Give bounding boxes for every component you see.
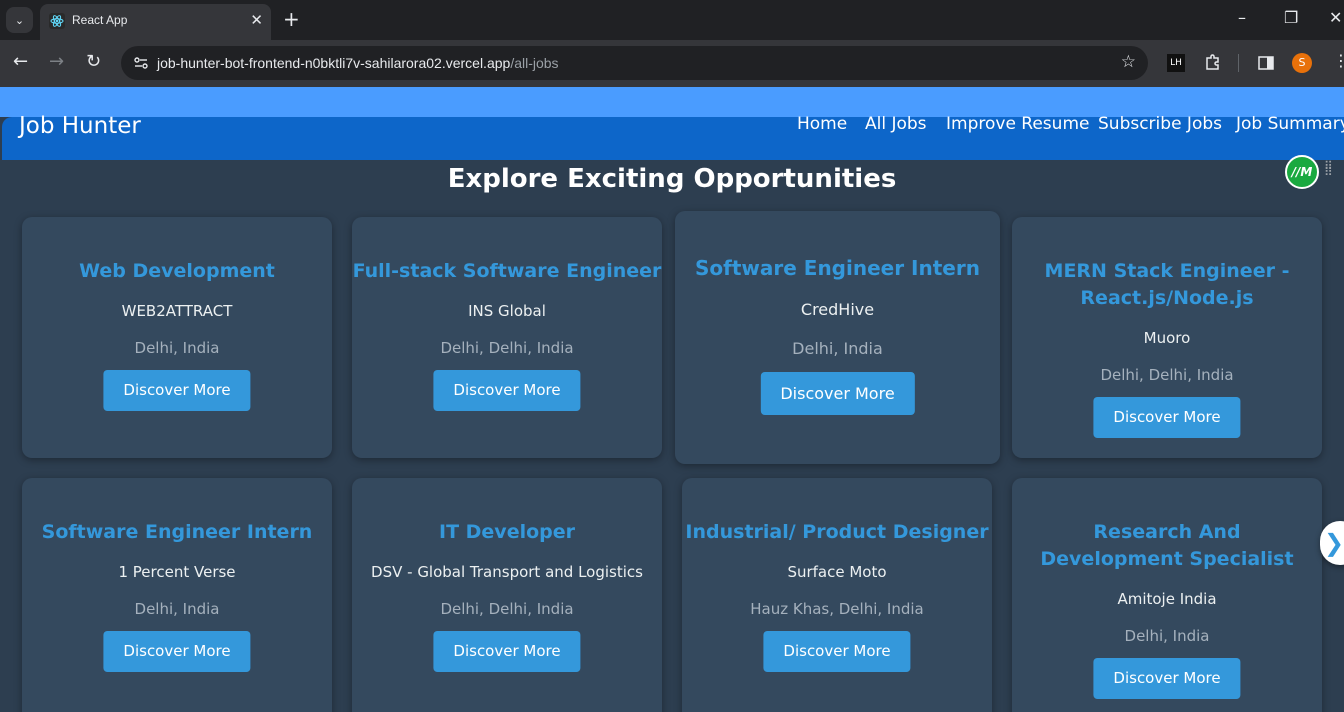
discover-more-button[interactable]: Discover More	[1093, 658, 1241, 699]
browser-toolbar: ← → ↻ job-hunter-bot-frontend-n0bktli7v-…	[0, 40, 1344, 87]
new-tab-icon[interactable]: +	[283, 8, 300, 30]
nav-link-job-summary[interactable]: Job Summary	[1236, 116, 1344, 133]
extensions-puzzle-icon[interactable]	[1204, 53, 1222, 71]
job-card: Software Engineer Intern 1 Percent Verse…	[22, 478, 332, 712]
job-title: Research And Development Specialist	[1040, 521, 1294, 570]
chevron-right-icon: ❯	[1324, 529, 1344, 557]
profile-avatar[interactable]: S	[1292, 53, 1312, 73]
lighthouse-extension-icon[interactable]: LH	[1167, 54, 1185, 72]
discover-more-button[interactable]: Discover More	[1093, 397, 1241, 438]
job-card: MERN Stack Engineer - React.js/Node.js M…	[1012, 217, 1322, 458]
tab-search-button[interactable]: ⌄	[6, 7, 33, 33]
job-location: Delhi, India	[792, 339, 883, 358]
reload-icon[interactable]: ↻	[86, 52, 101, 72]
restore-icon[interactable]: ❐	[1284, 8, 1298, 27]
more-menu-icon[interactable]: ⋮	[1333, 51, 1344, 70]
job-card: Industrial/ Product Designer Surface Mot…	[682, 478, 992, 712]
navbar: Job Hunter Home All Jobs Improve Resume …	[2, 115, 1344, 160]
job-title: Software Engineer Intern	[41, 521, 313, 543]
job-company: 1 Percent Verse	[118, 563, 236, 581]
url-host: job-hunter-bot-frontend-n0bktli7v-sahila…	[157, 55, 511, 71]
site-settings-icon[interactable]	[133, 55, 149, 71]
tab-title: React App	[72, 13, 128, 27]
discover-more-button[interactable]: Discover More	[103, 631, 251, 672]
job-company: CredHive	[800, 300, 875, 319]
forward-icon[interactable]: →	[49, 52, 64, 72]
brand-title[interactable]: Job Hunter	[19, 115, 141, 138]
discover-more-button[interactable]: Discover More	[433, 370, 581, 411]
browser-tab-strip: ⌄ React App ✕ + – ❐ ✕	[0, 0, 1344, 40]
chevron-down-icon: ⌄	[14, 13, 25, 27]
react-logo-icon	[49, 13, 65, 29]
bookmark-star-icon[interactable]: ☆	[1121, 52, 1136, 72]
job-card: Web Development WEB2ATTRACT Delhi, India…	[22, 217, 332, 458]
floating-extension-icon[interactable]: //M	[1285, 155, 1319, 189]
browser-tab[interactable]: React App ✕	[40, 4, 271, 40]
job-company: Muoro	[1143, 329, 1191, 347]
discover-more-button[interactable]: Discover More	[763, 631, 911, 672]
job-card-hovered: Software Engineer Intern CredHive Delhi,…	[675, 211, 1000, 464]
close-window-icon[interactable]: ✕	[1329, 8, 1342, 27]
discover-more-button[interactable]: Discover More	[103, 370, 251, 411]
job-card: Research And Development Specialist Amit…	[1012, 478, 1322, 712]
discover-more-button[interactable]: Discover More	[760, 372, 915, 415]
minimize-icon[interactable]: –	[1238, 8, 1246, 27]
job-location: Hauz Khas, Delhi, India	[750, 600, 924, 618]
url-path: /all-jobs	[510, 55, 559, 71]
job-location: Delhi, India	[134, 600, 220, 618]
job-location: Delhi, Delhi, India	[1100, 366, 1234, 384]
close-tab-icon[interactable]: ✕	[250, 11, 263, 29]
job-company: Surface Moto	[787, 563, 887, 581]
toolbar-divider	[1238, 54, 1239, 72]
job-card: Full-stack Software Engineer INS Global …	[352, 217, 662, 458]
side-panel-icon[interactable]	[1257, 54, 1275, 72]
discover-more-button[interactable]: Discover More	[433, 631, 581, 672]
job-title: MERN Stack Engineer - React.js/Node.js	[1044, 260, 1290, 309]
job-location: Delhi, Delhi, India	[440, 600, 574, 618]
job-title: Web Development	[79, 260, 275, 282]
back-icon[interactable]: ←	[13, 52, 28, 72]
address-bar[interactable]: job-hunter-bot-frontend-n0bktli7v-sahila…	[121, 46, 1148, 80]
nav-link-all-jobs[interactable]: All Jobs	[865, 116, 927, 133]
nav-link-subscribe-jobs[interactable]: Subscribe Jobs	[1098, 116, 1222, 133]
next-arrow-button[interactable]: ❯	[1320, 521, 1344, 565]
job-company: INS Global	[468, 302, 546, 320]
page-content: Job Hunter Home All Jobs Improve Resume …	[0, 87, 1344, 712]
drag-handle-icon[interactable]: ⠿ ⠿	[1324, 160, 1333, 178]
job-title: Software Engineer Intern	[695, 256, 980, 280]
nav-link-home[interactable]: Home	[797, 116, 847, 133]
job-company: Amitoje India	[1117, 590, 1217, 608]
job-location: Delhi, India	[1124, 627, 1210, 645]
job-title: Full-stack Software Engineer	[352, 260, 662, 282]
job-card: IT Developer DSV - Global Transport and …	[352, 478, 662, 712]
job-title: IT Developer	[439, 521, 575, 543]
page-heading: Explore Exciting Opportunities	[447, 164, 897, 194]
job-location: Delhi, Delhi, India	[440, 339, 574, 357]
header-strip	[0, 87, 1344, 117]
nav-link-improve-resume[interactable]: Improve Resume	[946, 116, 1089, 133]
job-location: Delhi, India	[134, 339, 220, 357]
url-text: job-hunter-bot-frontend-n0bktli7v-sahila…	[157, 55, 559, 71]
job-title: Industrial/ Product Designer	[685, 521, 989, 543]
job-company: DSV - Global Transport and Logistics	[371, 563, 643, 581]
job-company: WEB2ATTRACT	[121, 302, 233, 320]
